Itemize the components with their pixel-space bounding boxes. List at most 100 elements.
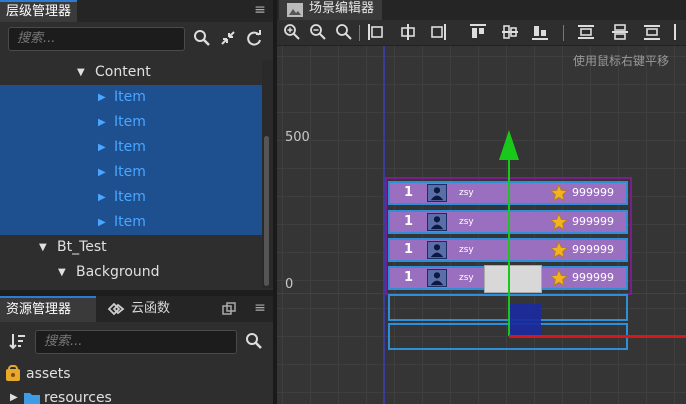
star-icon xyxy=(550,213,568,231)
move-gizmo-x-axis[interactable] xyxy=(509,335,686,338)
ruler-label-500: 500 xyxy=(285,130,310,145)
tab-scene-editor[interactable]: 场景编辑器 xyxy=(279,0,383,20)
scene-toolbar xyxy=(277,20,686,46)
tree-node-content[interactable]: ▼ Content xyxy=(0,60,262,85)
button-sprite[interactable] xyxy=(484,265,542,293)
assets-search-row: 搜索... xyxy=(0,325,273,359)
distribute-bottom-icon[interactable] xyxy=(643,23,661,41)
distribute-left-icon[interactable] xyxy=(673,23,686,41)
player-name: zsy xyxy=(459,188,474,198)
distribute-v-center-icon[interactable] xyxy=(611,23,629,41)
player-name: zsy xyxy=(459,245,474,255)
tree-node-label: Content xyxy=(95,64,151,80)
align-bottom-icon[interactable] xyxy=(531,23,549,41)
tab-cloud-functions[interactable]: 云函数 xyxy=(125,296,176,322)
scrollbar-thumb[interactable] xyxy=(264,136,269,286)
expand-arrow-icon[interactable]: ▼ xyxy=(39,235,47,260)
star-icon xyxy=(550,269,568,287)
search-icon[interactable] xyxy=(192,28,212,48)
collapsed-arrow-icon[interactable]: ▶ xyxy=(98,135,106,160)
assets-search-input[interactable]: 搜索... xyxy=(35,330,237,354)
rank-number: 1 xyxy=(404,185,414,200)
avatar xyxy=(427,213,447,231)
player-score: 999999 xyxy=(572,215,614,228)
sort-icon[interactable] xyxy=(8,331,28,351)
collapsed-arrow-icon[interactable]: ▶ xyxy=(98,210,106,235)
tab-hierarchy[interactable]: 层级管理器 xyxy=(0,0,78,22)
tree-node-item[interactable]: ▶ Item xyxy=(0,210,262,235)
avatar xyxy=(427,184,447,202)
asset-row-resources[interactable]: ▶ resources xyxy=(0,386,273,404)
tree-node-label: Item xyxy=(114,139,146,155)
asset-label: assets xyxy=(26,366,71,382)
align-v-center-icon[interactable] xyxy=(501,23,519,41)
assets-db-icon xyxy=(6,365,20,381)
toolbar-separator xyxy=(563,25,564,41)
left-column: 层级管理器 ≡ 搜索... ▼ Content ▶ Item ▶ Item ▶ … xyxy=(0,0,273,404)
rank-number: 1 xyxy=(404,242,414,257)
assets-menu-icon[interactable]: ≡ xyxy=(252,296,268,322)
player-score: 999999 xyxy=(572,243,614,256)
ruler-label-0: 0 xyxy=(285,277,294,292)
hierarchy-menu-icon[interactable]: ≡ xyxy=(252,0,268,22)
star-icon xyxy=(550,241,568,259)
pan-hint-text: 使用鼠标右键平移 xyxy=(573,54,670,68)
align-right-icon[interactable] xyxy=(429,23,447,41)
popout-icon[interactable] xyxy=(222,302,236,316)
asset-row-assets[interactable]: assets xyxy=(0,362,273,386)
collapsed-arrow-icon[interactable]: ▶ xyxy=(98,110,106,135)
move-gizmo-y-arrow-icon[interactable] xyxy=(499,130,519,160)
tree-node-label: Item xyxy=(114,164,146,180)
expand-arrow-icon[interactable]: ▼ xyxy=(58,260,66,285)
tree-node-item[interactable]: ▶ Item xyxy=(0,110,262,135)
scene-tabbar: 场景编辑器 xyxy=(277,0,686,20)
tree-node-background[interactable]: ▼ Background xyxy=(0,260,262,285)
avatar xyxy=(427,269,447,287)
assets-tabbar: 资源管理器 云函数 ≡ xyxy=(0,296,273,322)
tree-node-label: Item xyxy=(114,114,146,130)
hierarchy-tabbar: 层级管理器 ≡ xyxy=(0,0,273,22)
refresh-icon[interactable] xyxy=(244,28,264,48)
zoom-reset-icon[interactable] xyxy=(335,23,353,41)
tree-node-item[interactable]: ▶ Item xyxy=(0,160,262,185)
tree-node-label: Item xyxy=(114,89,146,105)
collapsed-arrow-icon[interactable]: ▶ xyxy=(10,386,18,404)
person-icon xyxy=(430,244,444,258)
tree-node-label: Item xyxy=(114,189,146,205)
align-top-icon[interactable] xyxy=(469,23,487,41)
tree-node-bt-test[interactable]: ▼ Bt_Test xyxy=(0,235,262,260)
rank-number: 1 xyxy=(404,270,414,285)
collapsed-arrow-icon[interactable]: ▶ xyxy=(98,85,106,110)
avatar xyxy=(427,241,447,259)
search-icon[interactable] xyxy=(244,331,264,351)
scene-viewport[interactable]: 使用鼠标右键平移 500 0 1 zsy 999999 1 zsy 999999… xyxy=(277,46,686,404)
tab-assets[interactable]: 资源管理器 xyxy=(0,296,96,322)
star-icon xyxy=(550,184,568,202)
hierarchy-search-row: 搜索... xyxy=(0,22,273,56)
collapse-all-icon[interactable] xyxy=(218,28,238,48)
hierarchy-search-input[interactable]: 搜索... xyxy=(8,27,185,51)
align-h-center-icon[interactable] xyxy=(399,23,417,41)
asset-label: resources xyxy=(44,390,112,404)
collapsed-arrow-icon[interactable]: ▶ xyxy=(98,160,106,185)
player-score: 999999 xyxy=(572,186,614,199)
tree-node-item[interactable]: ▶ Item xyxy=(0,135,262,160)
person-icon xyxy=(430,272,444,286)
expand-arrow-icon[interactable]: ▼ xyxy=(77,60,85,85)
move-gizmo-y-axis[interactable] xyxy=(508,146,510,336)
hierarchy-scrollbar[interactable] xyxy=(262,60,273,288)
distribute-top-icon[interactable] xyxy=(577,23,595,41)
zoom-in-icon[interactable] xyxy=(283,23,301,41)
selected-node-anchor[interactable] xyxy=(509,304,541,336)
collapsed-arrow-icon[interactable]: ▶ xyxy=(98,185,106,210)
scene-image-icon xyxy=(287,3,303,17)
zoom-out-icon[interactable] xyxy=(309,23,327,41)
tree-node-label: Bt_Test xyxy=(57,239,107,255)
tree-node-item[interactable]: ▶ Item xyxy=(0,85,262,110)
scene-editor: 场景编辑器 使用鼠标右键平移 500 0 1 zsy 999999 1 zsy … xyxy=(277,0,686,404)
tree-node-item[interactable]: ▶ Item xyxy=(0,185,262,210)
tree-node-label: Background xyxy=(76,264,160,280)
scene-tab-label: 场景编辑器 xyxy=(309,1,375,16)
align-left-icon[interactable] xyxy=(367,23,385,41)
player-name: zsy xyxy=(459,273,474,283)
